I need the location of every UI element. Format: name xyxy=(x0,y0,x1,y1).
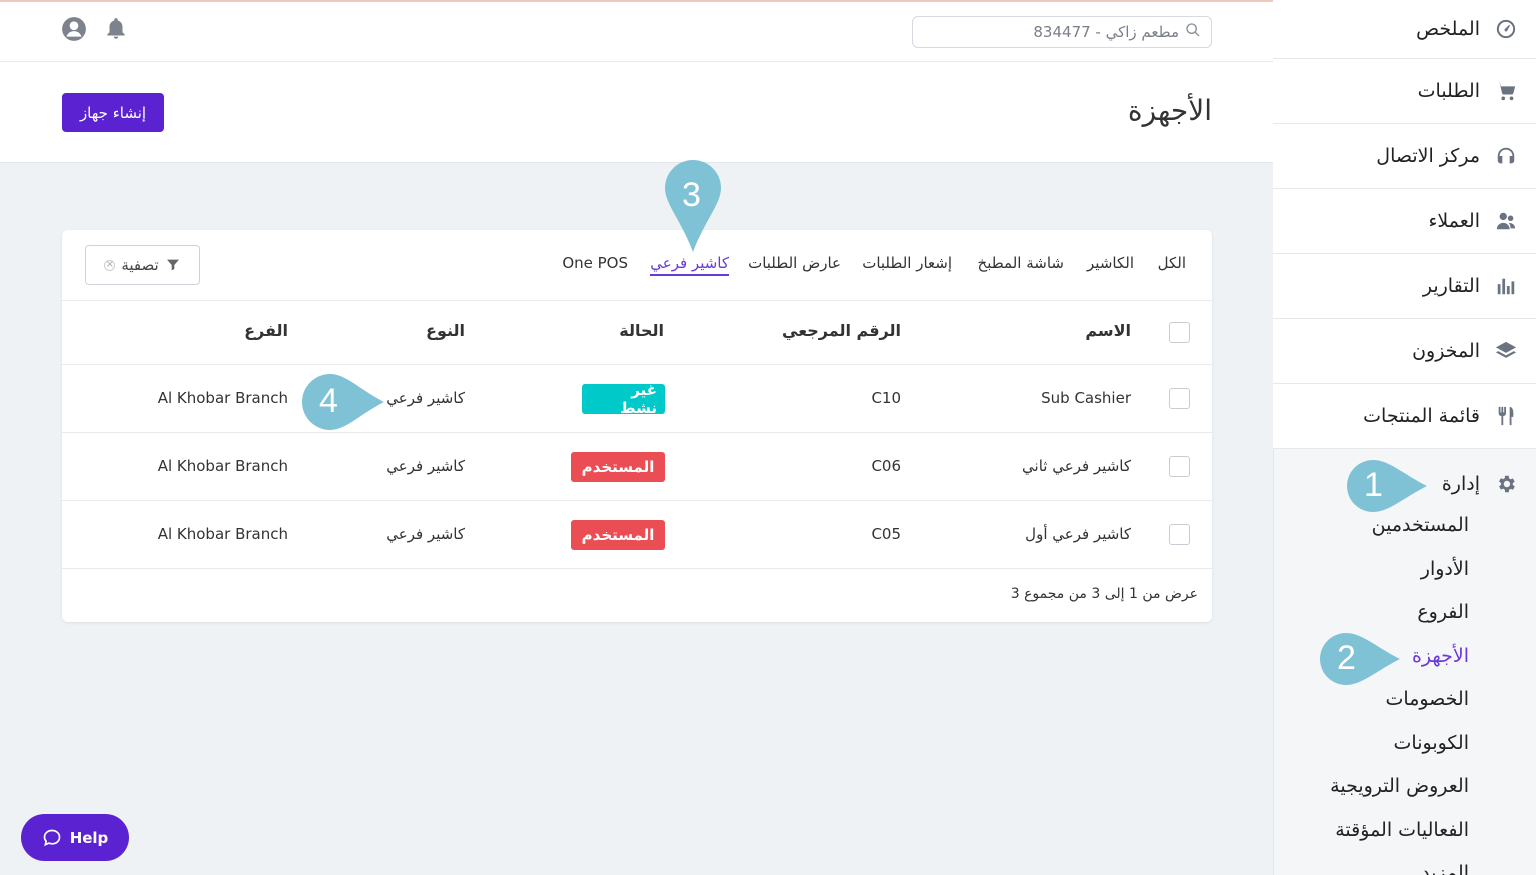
sidebar-sub-promotions[interactable]: العروض الترويجية xyxy=(1330,775,1469,797)
shopping-cart-icon xyxy=(1494,79,1518,103)
sidebar-item-reports[interactable]: التقارير xyxy=(1273,254,1536,319)
filter-label: تصفية xyxy=(121,256,159,274)
column-status: الحالة xyxy=(619,321,664,340)
sidebar-admin-label: إدارة xyxy=(1441,473,1480,495)
sidebar-sub-discounts[interactable]: الخصومات xyxy=(1386,688,1469,710)
devices-card: الكل الكاشير شاشة المطبخ إشعار الطلبات ع… xyxy=(62,230,1212,622)
device-branch: Al Khobar Branch xyxy=(157,457,288,475)
user-avatar-icon[interactable] xyxy=(61,16,87,42)
device-type: كاشير فرعي xyxy=(386,389,465,407)
customers-icon xyxy=(1494,209,1518,233)
device-type: كاشير فرعي xyxy=(386,457,465,475)
column-type: النوع xyxy=(426,321,465,340)
top-bar: مطعم زاكي - 834477 xyxy=(0,2,1273,62)
status-badge: المستخدم xyxy=(571,520,665,550)
search-icon xyxy=(1185,22,1201,42)
sidebar-item-inventory[interactable]: المخزون xyxy=(1273,319,1536,384)
device-reference: C05 xyxy=(871,525,901,543)
layers-icon xyxy=(1494,339,1518,363)
tabs-row: الكل الكاشير شاشة المطبخ إشعار الطلبات ع… xyxy=(62,230,1212,301)
sidebar-item-summary[interactable]: الملخص xyxy=(1273,0,1536,59)
sidebar-item-label: مركز الاتصال xyxy=(1376,145,1480,167)
row-checkbox[interactable] xyxy=(1169,456,1190,477)
sidebar: الملخص الطلبات مركز الاتصال العملاء التق… xyxy=(1273,0,1536,875)
dashboard-gauge-icon xyxy=(1494,17,1518,41)
select-all-checkbox[interactable] xyxy=(1169,322,1190,343)
column-branch: الفرع xyxy=(244,321,288,340)
callout-number-1: 1 xyxy=(1364,466,1383,504)
table-row[interactable]: كاشير فرعي أول C05 المستخدم كاشير فرعي A… xyxy=(62,501,1212,569)
bell-icon[interactable] xyxy=(103,16,129,42)
tab-order-notifier[interactable]: إشعار الطلبات xyxy=(862,254,952,272)
column-reference: الرقم المرجعي xyxy=(782,321,901,340)
tab-all[interactable]: الكل xyxy=(1158,254,1186,272)
sidebar-item-customers[interactable]: العملاء xyxy=(1273,189,1536,254)
row-checkbox[interactable] xyxy=(1169,524,1190,545)
sidebar-item-label: الطلبات xyxy=(1417,80,1480,102)
sidebar-item-label: التقارير xyxy=(1422,275,1480,297)
device-branch: Al Khobar Branch xyxy=(157,389,288,407)
callout-number-3: 3 xyxy=(682,176,701,214)
tab-sub-cashier[interactable]: كاشير فرعي xyxy=(650,254,729,276)
callout-marker-4 xyxy=(302,374,384,430)
callout-number-2: 2 xyxy=(1337,639,1356,677)
tab-cashier[interactable]: الكاشير xyxy=(1087,254,1134,272)
branch-search-input[interactable]: مطعم زاكي - 834477 xyxy=(912,16,1212,48)
sidebar-item-label: العملاء xyxy=(1428,210,1481,232)
status-badge: المستخدم xyxy=(571,452,665,482)
sidebar-item-orders[interactable]: الطلبات xyxy=(1273,59,1536,124)
chat-bubble-icon xyxy=(43,829,61,846)
sidebar-sub-timed-events[interactable]: الفعاليات المؤقتة xyxy=(1335,819,1469,841)
device-name: كاشير فرعي ثاني xyxy=(1022,457,1131,475)
table-row[interactable]: كاشير فرعي ثاني C06 المستخدم كاشير فرعي … xyxy=(62,433,1212,501)
device-reference: C06 xyxy=(871,457,901,475)
bar-chart-icon xyxy=(1494,274,1518,298)
sidebar-sub-branches[interactable]: الفروع xyxy=(1417,601,1469,623)
device-branch: Al Khobar Branch xyxy=(157,525,288,543)
create-device-button[interactable]: إنشاء جهاز xyxy=(62,93,164,132)
tab-kitchen-display[interactable]: شاشة المطبخ xyxy=(978,254,1064,272)
sidebar-item-label: المخزون xyxy=(1412,340,1480,362)
device-type: كاشير فرعي xyxy=(386,525,465,543)
pagination-summary: عرض من 1 إلى 3 من مجموع 3 xyxy=(1010,586,1198,602)
search-value: مطعم زاكي - 834477 xyxy=(1033,23,1179,41)
table-header: الاسم الرقم المرجعي الحالة النوع الفرع xyxy=(62,301,1212,365)
sidebar-sub-roles[interactable]: الأدوار xyxy=(1421,558,1469,580)
sidebar-sub-devices[interactable]: الأجهزة xyxy=(1412,645,1469,667)
page-header: الأجهزة إنشاء جهاز xyxy=(0,62,1273,163)
fork-knife-icon xyxy=(1494,404,1518,428)
device-name: Sub Cashier xyxy=(1041,389,1131,407)
device-reference: C10 xyxy=(871,389,901,407)
sidebar-sub-more[interactable]: المزيد xyxy=(1421,862,1469,875)
callout-number-4: 4 xyxy=(319,382,338,420)
device-name: كاشير فرعي أول xyxy=(1025,525,1131,543)
sidebar-item-label: قائمة المنتجات xyxy=(1363,405,1480,427)
filter-funnel-icon xyxy=(166,259,179,271)
help-label: Help xyxy=(69,828,109,847)
sidebar-item-label: الملخص xyxy=(1416,18,1480,40)
filter-button[interactable]: تصفية × xyxy=(85,245,200,285)
status-badge: غير نشط xyxy=(582,381,665,417)
sidebar-item-call-center[interactable]: مركز الاتصال xyxy=(1273,124,1536,189)
help-button[interactable]: Help xyxy=(21,814,129,861)
clear-filter-icon[interactable]: × xyxy=(104,259,116,271)
page-title: الأجهزة xyxy=(1127,94,1212,127)
column-name: الاسم xyxy=(1085,321,1131,340)
tab-order-viewer[interactable]: عارض الطلبات xyxy=(748,254,841,272)
sidebar-sub-users[interactable]: المستخدمين xyxy=(1372,514,1469,536)
headset-icon xyxy=(1494,144,1518,168)
row-checkbox[interactable] xyxy=(1169,388,1190,409)
sidebar-item-product-menu[interactable]: قائمة المنتجات xyxy=(1273,384,1536,449)
tab-one-pos[interactable]: One POS xyxy=(562,254,628,272)
gear-icon xyxy=(1494,472,1518,496)
table-row[interactable]: Sub Cashier C10 غير نشط كاشير فرعي Al Kh… xyxy=(62,365,1212,433)
sidebar-sub-coupons[interactable]: الكوبونات xyxy=(1394,732,1469,754)
